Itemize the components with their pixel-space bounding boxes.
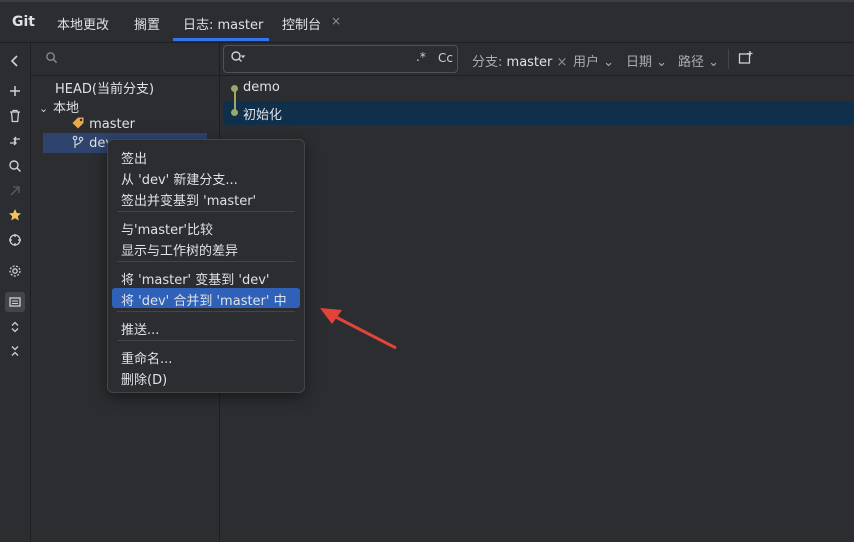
- menu-item-checkout-rebase[interactable]: 签出并变基到 'master': [121, 190, 256, 209]
- branch-filter[interactable]: 分支: master ×: [472, 51, 567, 70]
- menu-item-rename[interactable]: 重命名...: [121, 348, 172, 367]
- branch-filter-label: 分支:: [472, 55, 503, 70]
- git-tool-title: Git: [12, 14, 35, 30]
- menu-separator: [117, 261, 295, 262]
- toolbar-divider: [728, 49, 729, 69]
- active-tab-indicator: [173, 38, 269, 41]
- tree-item-master-label: master: [89, 117, 135, 132]
- tag-icon: [72, 117, 84, 129]
- menu-item-compare[interactable]: 与'master'比较: [121, 219, 213, 238]
- menu-item-rebase[interactable]: 将 'master' 变基到 'dev': [121, 269, 269, 288]
- annotation-arrow-icon: [320, 308, 397, 350]
- branch-pane-divider: [31, 75, 219, 76]
- trash-icon[interactable]: [5, 106, 25, 126]
- tab-shelf[interactable]: 搁置: [134, 14, 160, 33]
- clear-filter-icon[interactable]: ×: [557, 55, 568, 70]
- commit-row[interactable]: demo: [223, 77, 854, 101]
- commit-row-selected[interactable]: 初始化: [223, 101, 854, 125]
- regex-toggle[interactable]: .*: [416, 50, 426, 64]
- user-filter[interactable]: 用户 ⌄: [573, 51, 614, 70]
- new-tab-icon[interactable]: [738, 50, 754, 70]
- log-pane: .* Cc 分支: master × 用户 ⌄ 日期 ⌄ 路径 ⌄ demo 初…: [220, 43, 854, 542]
- tree-item-head[interactable]: HEAD(当前分支): [55, 78, 154, 97]
- collapse-all-icon[interactable]: [5, 341, 25, 361]
- search-history-icon[interactable]: [230, 50, 246, 68]
- menu-separator: [117, 340, 295, 341]
- menu-item-delete[interactable]: 删除(D): [121, 369, 167, 388]
- date-filter[interactable]: 日期 ⌄: [626, 51, 667, 70]
- log-search-input[interactable]: .* Cc: [223, 45, 458, 73]
- menu-item-push[interactable]: 推送...: [121, 319, 159, 338]
- menu-item-show-diff[interactable]: 显示与工作树的差异: [121, 240, 238, 259]
- tool-window-tabbar: Git 本地更改 搁置 日志: master 控制台 ×: [0, 0, 854, 43]
- left-toolbar: [0, 43, 31, 542]
- magnifier-icon: [46, 52, 58, 64]
- fetch-icon[interactable]: [5, 131, 25, 151]
- tree-item-master[interactable]: master: [71, 116, 135, 132]
- tree-node-local-label: 本地: [53, 101, 80, 116]
- add-icon[interactable]: [5, 81, 25, 101]
- tab-local-changes[interactable]: 本地更改: [57, 14, 109, 33]
- tree-node-local[interactable]: ⌄ 本地: [39, 97, 79, 116]
- branch-icon: [72, 135, 84, 148]
- expand-all-icon[interactable]: [5, 317, 25, 337]
- group-by-icon[interactable]: [5, 292, 25, 312]
- star-icon[interactable]: [5, 205, 25, 225]
- commit-message: demo: [243, 80, 280, 95]
- match-case-toggle[interactable]: Cc: [438, 51, 453, 65]
- target-icon[interactable]: [5, 230, 25, 250]
- log-toolbar-divider: [220, 75, 854, 76]
- menu-item-checkout[interactable]: 签出: [121, 148, 147, 167]
- branch-filter-value: master: [506, 55, 553, 70]
- chevron-down-icon: ⌄: [656, 55, 668, 70]
- date-filter-label: 日期: [626, 55, 653, 70]
- tab-console[interactable]: 控制台: [282, 14, 321, 33]
- path-filter[interactable]: 路径 ⌄: [678, 51, 719, 70]
- menu-separator: [117, 311, 295, 312]
- commit-graph-line: [234, 88, 236, 112]
- commit-message: 初始化: [243, 108, 283, 123]
- user-filter-label: 用户: [573, 55, 600, 70]
- window-top-border: [0, 0, 854, 2]
- collapse-icon[interactable]: [5, 51, 25, 71]
- update-disabled-icon: [5, 181, 25, 201]
- menu-item-new-branch[interactable]: 从 'dev' 新建分支...: [121, 169, 238, 188]
- chevron-down-icon: ⌄: [39, 102, 49, 115]
- search-icon[interactable]: [5, 156, 25, 176]
- path-filter-label: 路径: [678, 55, 705, 70]
- close-icon[interactable]: ×: [331, 14, 341, 28]
- menu-separator: [117, 211, 295, 212]
- tab-log-master[interactable]: 日志: master: [183, 14, 263, 33]
- menu-item-merge[interactable]: 将 'dev' 合并到 'master' 中: [121, 290, 287, 309]
- branch-context-menu: 签出 从 'dev' 新建分支... 签出并变基到 'master' 与'mas…: [107, 139, 305, 393]
- chevron-down-icon: ⌄: [603, 55, 615, 70]
- settings-icon[interactable]: [5, 261, 25, 281]
- branch-search-field[interactable]: [45, 51, 58, 68]
- chevron-down-icon: ⌄: [708, 55, 720, 70]
